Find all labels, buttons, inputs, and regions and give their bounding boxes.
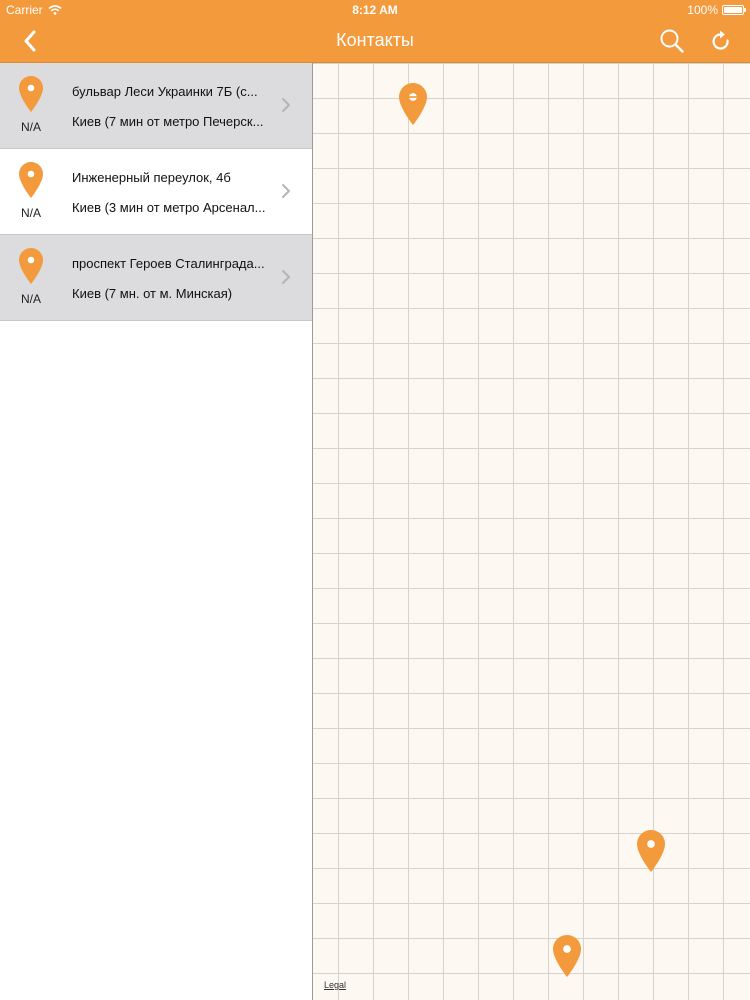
address-text: Инженерный переулок, 4б: [72, 170, 231, 185]
map-pin-icon[interactable]: [399, 83, 427, 125]
map-pin-icon[interactable]: [637, 830, 665, 872]
chevron-right-icon: [282, 270, 290, 284]
refresh-icon: [712, 30, 729, 50]
distance-label: N/A: [20, 292, 41, 306]
list-item[interactable]: N/A бульвар Леси Украинки 7Б (с... Киев …: [0, 63, 312, 149]
navigation-bar: Контакты: [0, 20, 750, 63]
locations-list[interactable]: N/A бульвар Леси Украинки 7Б (с... Киев …: [0, 63, 313, 1000]
distance-label: N/A: [20, 206, 41, 220]
battery-label: 100%: [687, 3, 718, 17]
address-text: бульвар Леси Украинки 7Б (с...: [72, 84, 258, 99]
battery-icon: [722, 5, 746, 15]
map-pin-icon[interactable]: [553, 935, 581, 977]
chevron-right-icon: [282, 184, 290, 198]
chevron-right-icon: [282, 98, 290, 112]
refresh-button[interactable]: [705, 26, 737, 56]
legal-link[interactable]: Legal: [324, 980, 346, 990]
page-title: Контакты: [336, 30, 414, 50]
search-icon: [660, 29, 684, 53]
list-item[interactable]: N/A Инженерный переулок, 4б Киев (3 мин …: [0, 149, 312, 235]
map-pin-icon: [19, 162, 43, 198]
address-text: проспект Героев Сталинграда...: [72, 256, 265, 271]
map-pin-icon: [19, 76, 43, 112]
battery-area: 100%: [687, 3, 746, 17]
city-text: Киев (7 мн. от м. Минская): [72, 286, 233, 301]
search-button[interactable]: [656, 26, 688, 56]
city-text: Киев (3 мин от метро Арсенал...: [72, 200, 266, 215]
list-item[interactable]: N/A проспект Героев Сталинграда... Киев …: [0, 235, 312, 321]
status-time: 8:12 AM: [352, 3, 398, 17]
city-text: Киев (7 мин от метро Печерск...: [72, 114, 264, 129]
status-bar: Carrier 8:12 AM 100%: [0, 0, 750, 20]
map-pin-icon: [19, 248, 43, 284]
distance-label: N/A: [20, 120, 41, 134]
map-view[interactable]: Legal: [313, 63, 750, 1000]
